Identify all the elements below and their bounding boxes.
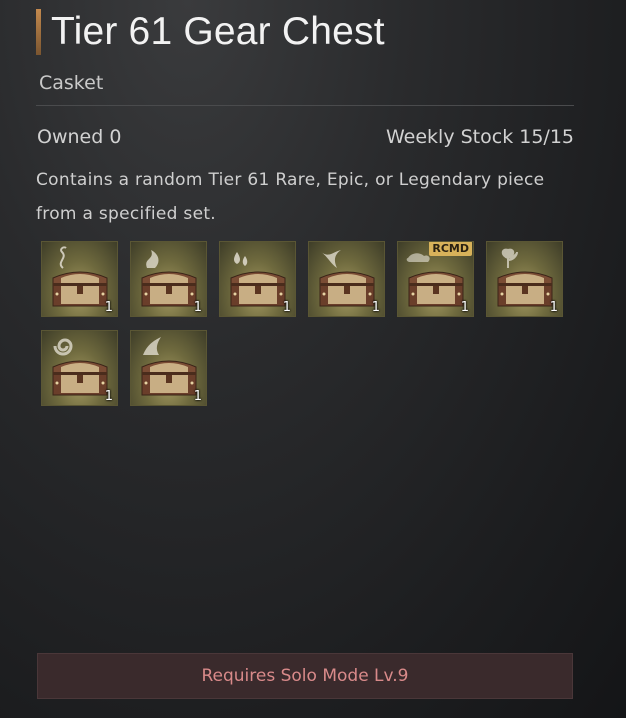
title-accent-bar (36, 9, 41, 55)
weekly-stock: Weekly Stock 15/15 (386, 126, 574, 148)
item-quantity: 1 (460, 300, 469, 315)
title-area: Tier 61 Gear Chest (36, 8, 385, 56)
owned-count: Owned 0 (37, 126, 122, 148)
chest-icon (140, 264, 198, 308)
item-quantity: 1 (549, 300, 558, 315)
requirement-button[interactable]: Requires Solo Mode Lv.9 (37, 653, 573, 699)
divider (36, 105, 574, 106)
gear-chest-item[interactable]: 1 (308, 241, 385, 317)
chest-icon (51, 264, 109, 308)
gear-chest-item[interactable]: 1 (130, 241, 207, 317)
chest-icon (140, 353, 198, 397)
gear-chest-item[interactable]: 1 (219, 241, 296, 317)
recommended-badge: RCMD (429, 242, 472, 256)
requirement-label: Requires Solo Mode Lv.9 (201, 666, 409, 686)
item-quantity: 1 (104, 300, 113, 315)
chest-icon (51, 353, 109, 397)
gear-chest-item[interactable]: 1 (130, 330, 207, 406)
chest-icon (496, 264, 554, 308)
chest-icon (229, 264, 287, 308)
gear-chest-item[interactable]: 1 (41, 241, 118, 317)
item-quantity: 1 (193, 389, 202, 404)
gear-chest-item[interactable]: 1 (41, 330, 118, 406)
item-quantity: 1 (371, 300, 380, 315)
gear-chest-item[interactable]: 1 (486, 241, 563, 317)
item-category: Casket (39, 72, 104, 94)
page-title: Tier 61 Gear Chest (51, 10, 385, 53)
gear-chest-item[interactable]: 1 RCMD (397, 241, 474, 317)
chest-icon (407, 264, 465, 308)
item-description: Contains a random Tier 61 Rare, Epic, or… (36, 170, 545, 224)
item-quantity: 1 (282, 300, 291, 315)
chest-icon (318, 264, 376, 308)
item-quantity: 1 (104, 389, 113, 404)
item-quantity: 1 (193, 300, 202, 315)
